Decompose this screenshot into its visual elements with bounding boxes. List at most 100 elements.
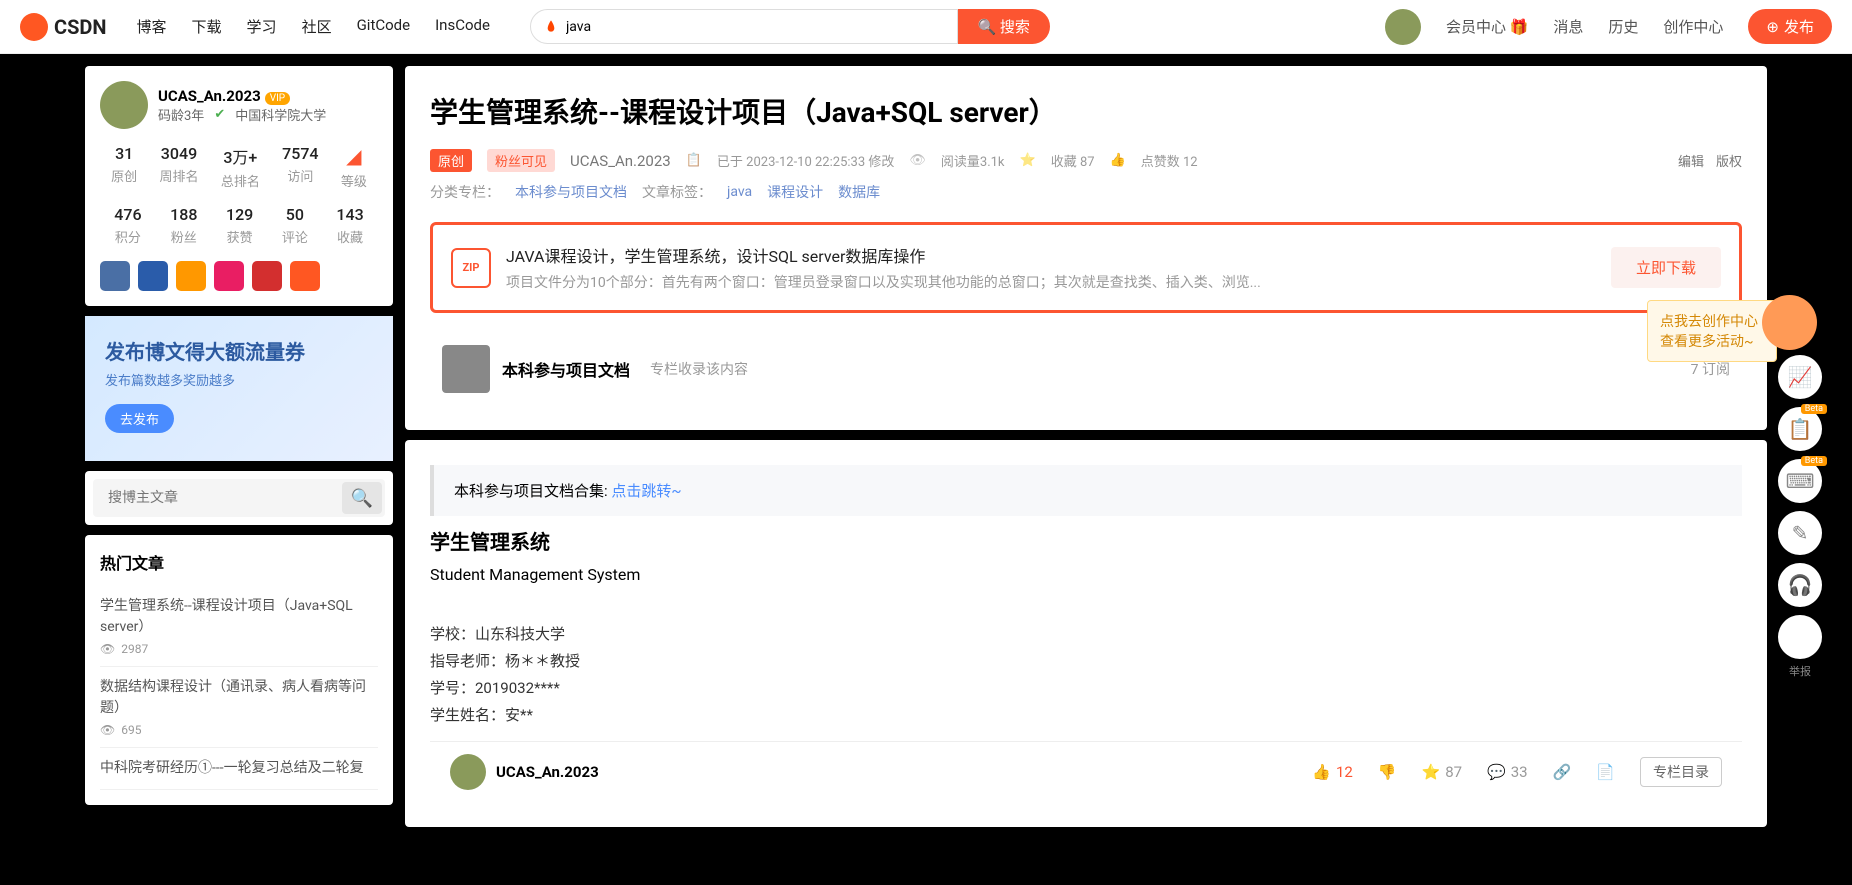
- float-service-button[interactable]: 🎧: [1778, 563, 1822, 607]
- tag-label: 文章标签：: [642, 182, 712, 202]
- share-button[interactable]: 🔗: [1553, 763, 1572, 781]
- notice-link[interactable]: 点击跳转~: [611, 482, 681, 500]
- footer-author[interactable]: UCAS_An.2023: [496, 763, 599, 781]
- creation-center[interactable]: 创作中心: [1663, 16, 1723, 37]
- author-link[interactable]: UCAS_An.2023: [570, 152, 671, 170]
- float-report-button[interactable]: 举报: [1778, 615, 1822, 659]
- content-h1: 学生管理系统: [430, 526, 1742, 555]
- eye-icon: 👁: [100, 642, 115, 656]
- eye-icon: 👁: [909, 153, 926, 168]
- nav-blog[interactable]: 博客: [137, 16, 167, 37]
- hot-item[interactable]: 中科院考研经历①---一轮复习总结及二轮复: [100, 748, 378, 790]
- stats-row-2: 476积分 188粉丝 129获赞 50评论 143收藏: [100, 205, 378, 246]
- search-button[interactable]: 🔍 搜索: [958, 9, 1050, 44]
- column-name: 本科参与项目文档: [502, 357, 630, 381]
- stat-points[interactable]: 476积分: [114, 205, 141, 246]
- badge-icon[interactable]: [214, 261, 244, 291]
- thumbs-up-icon: 👍: [1312, 763, 1331, 781]
- top-header: CSDN 博客 下载 学习 社区 GitCode InsCode 🔍 搜索 会员…: [0, 0, 1852, 54]
- nav-community[interactable]: 社区: [302, 16, 332, 37]
- download-button[interactable]: 立即下载: [1611, 247, 1721, 288]
- tag-course[interactable]: 课程设计: [767, 182, 823, 202]
- like-button[interactable]: 👍12: [1312, 763, 1353, 781]
- footer-avatar[interactable]: [450, 754, 486, 790]
- article-favs: 收藏 87: [1051, 151, 1095, 170]
- column-box[interactable]: 本科参与项目文档 专栏收录该内容 7 订阅: [430, 333, 1742, 405]
- profile-name[interactable]: UCAS_An.2023: [158, 87, 261, 105]
- hot-item[interactable]: 数据结构课程设计（通讯录、病人看病等问题） 👁695: [100, 667, 378, 748]
- float-edit-button[interactable]: ✎: [1778, 511, 1822, 555]
- beta-badge: Beta: [1801, 404, 1827, 414]
- promo-sub: 发布篇数越多奖励越多: [105, 370, 373, 389]
- badge-icon[interactable]: [176, 261, 206, 291]
- category-link[interactable]: 本科参与项目文档: [515, 182, 627, 202]
- stat-likes[interactable]: 129获赞: [226, 205, 253, 246]
- tag-java[interactable]: java: [727, 184, 752, 200]
- stat-visits[interactable]: 7574访问: [282, 144, 318, 190]
- meta-row: 原创 粉丝可见 UCAS_An.2023 📋 已于 2023-12-10 22:…: [430, 149, 1742, 172]
- badge-icon[interactable]: [290, 261, 320, 291]
- star-icon: ⭐: [1422, 763, 1441, 781]
- stat-favs[interactable]: 143收藏: [336, 205, 363, 246]
- nav-links: 博客 下载 学习 社区 GitCode InsCode: [137, 16, 490, 37]
- stat-level[interactable]: ◢等级: [341, 144, 367, 190]
- search-author-input[interactable]: [96, 482, 342, 514]
- search-input[interactable]: [530, 9, 958, 44]
- logo-text: CSDN: [54, 15, 107, 39]
- stats-row-1: 31原创 3049周排名 3万+总排名 7574访问 ◢等级: [100, 144, 378, 190]
- float-tooltip[interactable]: 点我去创作中心查看更多活动~: [1647, 300, 1777, 362]
- messages[interactable]: 消息: [1553, 16, 1583, 37]
- article-likes: 点赞数 12: [1141, 151, 1198, 170]
- search-icon: 🔍: [978, 18, 997, 36]
- content-h2: Student Management System: [430, 565, 1742, 584]
- article-card: 学生管理系统--课程设计项目（Java+SQL server） 原创 粉丝可见 …: [405, 66, 1767, 430]
- nav-inscode[interactable]: InsCode: [435, 16, 490, 37]
- search-author-button[interactable]: 🔍: [342, 482, 382, 514]
- edit-icon: 📋: [686, 153, 702, 168]
- edit-link[interactable]: 编辑: [1678, 151, 1704, 170]
- notice-box: 本科参与项目文档合集: 点击跳转~: [430, 465, 1742, 516]
- logo[interactable]: CSDN: [20, 13, 107, 41]
- thumbs-up-icon: 👍: [1110, 153, 1126, 168]
- badge-icon[interactable]: [252, 261, 282, 291]
- badge-icon[interactable]: [100, 261, 130, 291]
- hot-item[interactable]: 学生管理系统--课程设计项目（Java+SQL server） 👁2987: [100, 586, 378, 667]
- fans-only-tag: 粉丝可见: [487, 149, 555, 172]
- dislike-button[interactable]: 👎: [1378, 763, 1397, 781]
- comment-icon: 💬: [1487, 763, 1506, 781]
- nav-learn[interactable]: 学习: [247, 16, 277, 37]
- badge-icon[interactable]: [138, 261, 168, 291]
- promo-title: 发布博文得大额流量券: [105, 336, 373, 365]
- profile-avatar[interactable]: [100, 81, 148, 129]
- comment-button[interactable]: 💬33: [1487, 763, 1528, 781]
- nav-gitcode[interactable]: GitCode: [357, 16, 411, 37]
- user-avatar[interactable]: [1385, 9, 1421, 45]
- copyright-link[interactable]: 版权: [1716, 151, 1742, 170]
- tag-database[interactable]: 数据库: [838, 182, 880, 202]
- stat-comments[interactable]: 50评论: [282, 205, 308, 246]
- monkey-icon: [20, 13, 48, 41]
- pdf-button[interactable]: 📄: [1596, 763, 1615, 781]
- promo-card[interactable]: 发布博文得大额流量券 发布篇数越多奖励越多 去发布: [85, 316, 393, 461]
- stat-fans[interactable]: 188粉丝: [170, 205, 197, 246]
- footer-bar: UCAS_An.2023 👍12 👎 ⭐87 💬33 🔗 📄 专栏目录: [430, 741, 1742, 802]
- star-icon: ⭐: [1020, 153, 1036, 168]
- publish-button[interactable]: ⊕发布: [1748, 9, 1832, 44]
- eye-icon: 👁: [100, 723, 115, 737]
- float-code-button[interactable]: ⌨Beta: [1778, 459, 1822, 503]
- stat-week-rank[interactable]: 3049周排名: [159, 144, 198, 190]
- toc-button[interactable]: 专栏目录: [1640, 757, 1722, 787]
- float-stats-button[interactable]: 📈: [1778, 355, 1822, 399]
- favorite-button[interactable]: ⭐87: [1422, 763, 1463, 781]
- monkey-assistant-icon[interactable]: [1762, 295, 1817, 350]
- stat-original[interactable]: 31原创: [111, 144, 137, 190]
- float-doc-button[interactable]: 📋Beta: [1778, 407, 1822, 451]
- stat-total-rank[interactable]: 3万+总排名: [221, 144, 260, 190]
- member-center[interactable]: 会员中心 🎁: [1446, 16, 1528, 37]
- nav-download[interactable]: 下载: [192, 16, 222, 37]
- vip-badge: VIP: [265, 92, 290, 105]
- float-buttons: 📈 📋Beta ⌨Beta ✎ 🎧 举报: [1778, 355, 1822, 659]
- promo-button[interactable]: 去发布: [105, 404, 174, 433]
- history[interactable]: 历史: [1608, 16, 1638, 37]
- chart-icon: 📈: [1788, 365, 1813, 389]
